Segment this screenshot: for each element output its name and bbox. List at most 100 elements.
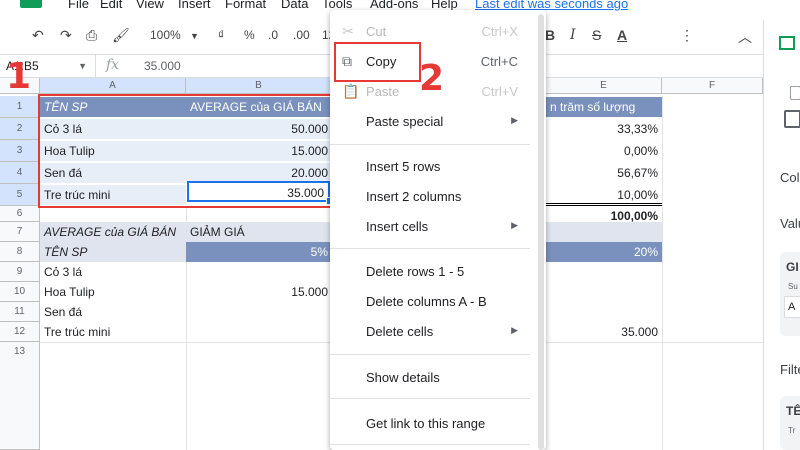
bold-icon[interactable]: B	[545, 27, 555, 43]
menu-data[interactable]: Data	[281, 0, 308, 11]
side-col-label: Col	[780, 170, 800, 185]
sheets-panel-icon[interactable]	[779, 36, 795, 50]
menu-show-details-label: Show details	[366, 370, 440, 385]
submenu-arrow-icon: ▶	[511, 220, 518, 230]
row-header-2[interactable]: 2	[0, 118, 40, 140]
cell-a9[interactable]: Cỏ 3 lá	[40, 262, 186, 282]
cell-e7[interactable]	[546, 222, 662, 242]
row-header-3[interactable]: 3	[0, 140, 40, 162]
cell-a10[interactable]: Hoa Tulip	[40, 282, 186, 302]
percent-button[interactable]: %	[244, 28, 255, 42]
menu-get-link[interactable]: Get link to this range	[330, 410, 546, 438]
column-header-b[interactable]: B	[186, 78, 332, 94]
zoom-chevron-down-icon[interactable]: ▼	[190, 31, 199, 41]
menu-paste-special-label: Paste special	[366, 114, 444, 129]
row-header-11[interactable]: 11	[0, 302, 40, 322]
menu-delete-cells[interactable]: Delete cells ▶	[330, 318, 546, 346]
row-header-12[interactable]: 12	[0, 322, 40, 342]
side-filters-label: Filte	[780, 362, 800, 377]
row-header-9[interactable]: 9	[0, 262, 40, 282]
function-icon: fx	[106, 57, 120, 73]
cell-b10[interactable]: 15.000	[186, 282, 332, 302]
increase-decimal-button[interactable]: .00	[293, 28, 310, 42]
formula-input[interactable]: 35.000	[144, 55, 181, 77]
cell-a7[interactable]: AVERAGE của GIÁ BÁN	[40, 222, 186, 242]
column-header-a[interactable]: A	[40, 78, 186, 94]
currency-button[interactable]: ₫	[218, 28, 224, 42]
cell-e8[interactable]: 20%	[546, 242, 662, 262]
cell-e6[interactable]: 100,00%	[546, 203, 662, 223]
menu-copy-shortcut: Ctrl+C	[480, 54, 518, 69]
menu-format[interactable]: Format	[225, 0, 266, 11]
menu-delete-rows-label: Delete rows 1 - 5	[366, 264, 465, 279]
menu-insert-columns[interactable]: Insert 2 columns	[330, 183, 546, 211]
sheets-logo-icon[interactable]	[20, 0, 42, 8]
zoom-select[interactable]: 100%	[150, 28, 181, 42]
menu-divider	[330, 354, 530, 355]
annotation-step-1: 1	[6, 56, 32, 97]
italic-icon[interactable]: I	[570, 27, 576, 43]
cell-e12[interactable]: 35.000	[546, 322, 662, 342]
row-header-8[interactable]: 8	[0, 242, 40, 262]
side-panel: Col Valu GI Su A Filte TÊ Tr	[763, 20, 800, 450]
menu-divider	[330, 144, 530, 145]
menu-edit[interactable]: Edit	[100, 0, 122, 11]
collapse-toolbar-icon[interactable]: ︿	[738, 27, 752, 47]
menu-view[interactable]: View	[136, 0, 164, 11]
row-header-5[interactable]: 5	[0, 184, 40, 206]
cell-a8[interactable]: TÊN SP	[40, 242, 186, 262]
column-header-f[interactable]: F	[662, 78, 763, 94]
menu-paste-special[interactable]: Paste special ▶	[330, 108, 546, 136]
text-color-icon[interactable]: A	[617, 27, 627, 43]
menu-divider	[330, 398, 530, 399]
column-header-e[interactable]: E	[546, 78, 662, 94]
menu-delete-columns[interactable]: Delete columns A - B	[330, 288, 546, 316]
annotation-selection-box	[38, 94, 336, 208]
cell-e4[interactable]: 56,67%	[546, 163, 662, 183]
more-icon[interactable]: ⋮	[680, 27, 694, 44]
menu-delete-columns-label: Delete columns A - B	[366, 294, 487, 309]
checkbox[interactable]	[784, 110, 800, 128]
summarize-label: Su	[788, 282, 798, 291]
values-card: GI Su A	[780, 252, 800, 336]
menu-cut-label: Cut	[366, 24, 387, 39]
cell-e5[interactable]: 10,00%	[546, 185, 662, 205]
summarize-select[interactable]: A	[784, 296, 800, 318]
print-icon[interactable]: ⎙	[86, 27, 97, 44]
decrease-decimal-button[interactable]: .0	[268, 28, 278, 42]
row-header-6[interactable]: 6	[0, 206, 40, 222]
cell-b7[interactable]: GIẢM GIÁ	[186, 222, 332, 242]
undo-icon[interactable]: ↶	[32, 27, 44, 44]
menu-delete-rows[interactable]: Delete rows 1 - 5	[330, 258, 546, 286]
row-header-10[interactable]: 10	[0, 282, 40, 302]
clipboard-icon: 📋	[342, 83, 360, 99]
cell-a11[interactable]: Sen đá	[40, 302, 186, 322]
menu-insert-cells[interactable]: Insert cells ▶	[330, 213, 546, 241]
menu-insert[interactable]: Insert	[178, 0, 211, 11]
cell-a12[interactable]: Tre trúc mini	[40, 322, 186, 342]
checkbox[interactable]	[790, 86, 800, 100]
row-header-1[interactable]: 1	[0, 96, 40, 118]
scissors-icon: ✂	[342, 23, 354, 39]
menu-scrollbar[interactable]	[538, 14, 544, 450]
menu-insert-rows[interactable]: Insert 5 rows	[330, 153, 546, 181]
annotation-copy-box	[334, 42, 421, 82]
filter-status-label: Tr	[788, 426, 796, 435]
row-header-7[interactable]: 7	[0, 222, 40, 242]
annotation-step-2: 2	[419, 58, 445, 99]
name-box-chevron-down-icon[interactable]: ▼	[78, 55, 87, 77]
cell-b8[interactable]: 5%	[186, 242, 332, 262]
cell-e3[interactable]: 0,00%	[546, 141, 662, 161]
row-header-4[interactable]: 4	[0, 162, 40, 184]
strikethrough-icon[interactable]: S	[592, 27, 601, 43]
menu-show-details[interactable]: Show details	[330, 364, 546, 392]
redo-icon[interactable]: ↷	[60, 27, 72, 44]
submenu-arrow-icon: ▶	[511, 115, 518, 125]
menu-file[interactable]: File	[68, 0, 89, 11]
menu-insert-columns-label: Insert 2 columns	[366, 189, 462, 204]
row-header-13[interactable]: 13	[0, 342, 40, 450]
cell-e1[interactable]: n trăm số lượng	[546, 97, 662, 117]
filter-card-title: TÊ	[786, 404, 800, 418]
cell-e2[interactable]: 33,33%	[546, 119, 662, 139]
paint-format-icon[interactable]: 🖌	[112, 27, 130, 44]
